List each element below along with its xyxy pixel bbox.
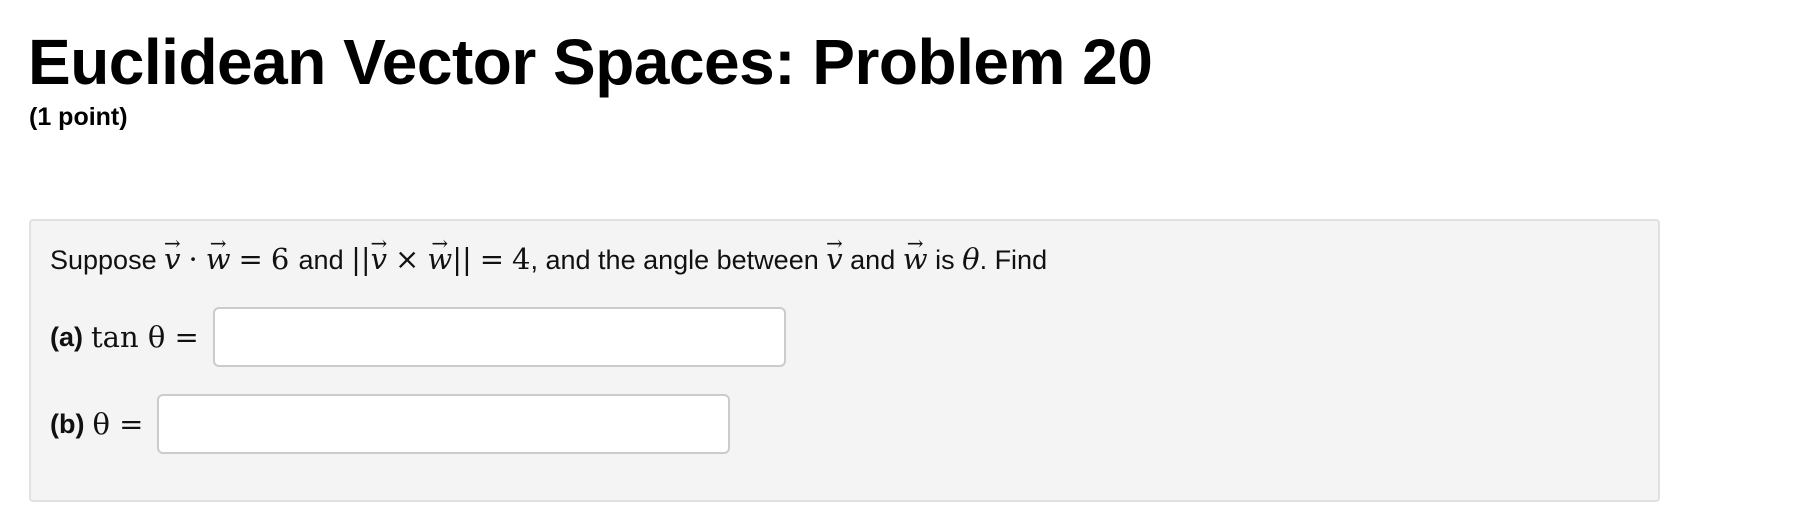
vector-v: v [826,239,842,279]
part-a-expression: tan θ = [91,320,199,354]
points-label: (1 point) [29,103,128,131]
vector-v: v [164,239,180,279]
and-text-2: and [850,245,896,275]
problem-panel: Suppose v·w=6 and ||v×w||=4, and the ang… [29,219,1660,502]
problem-statement: Suppose v·w=6 and ||v×w||=4, and the ang… [50,239,1047,280]
page-title: Euclidean Vector Spaces: Problem 20 [28,26,1153,98]
intro-text: Suppose [50,245,157,275]
part-a-answer-input[interactable] [212,307,786,367]
vector-w: w [206,239,231,279]
cross-norm-expression: ||v×w||=4 [351,242,530,276]
is-text: is [935,245,955,275]
vector-w: w [427,239,452,279]
part-a-label: (a) [50,321,83,352]
vector-v: v [371,239,387,279]
part-b-expression: θ = [92,407,144,441]
dot-product-expression: v·w=6 [164,242,298,276]
part-b-row: (b) θ = [50,394,731,454]
and-text: and [298,245,344,275]
part-a-row: (a) tan θ = [50,307,786,367]
angle-text: , and the angle between [530,245,819,275]
dot-value: 6 [270,242,290,276]
find-text: . Find [979,245,1048,275]
part-b-label: (b) [50,408,85,439]
part-b-answer-input[interactable] [157,394,731,454]
cross-norm-value: 4 [512,242,531,276]
theta-symbol: θ [962,242,980,276]
vector-w: w [903,239,928,279]
